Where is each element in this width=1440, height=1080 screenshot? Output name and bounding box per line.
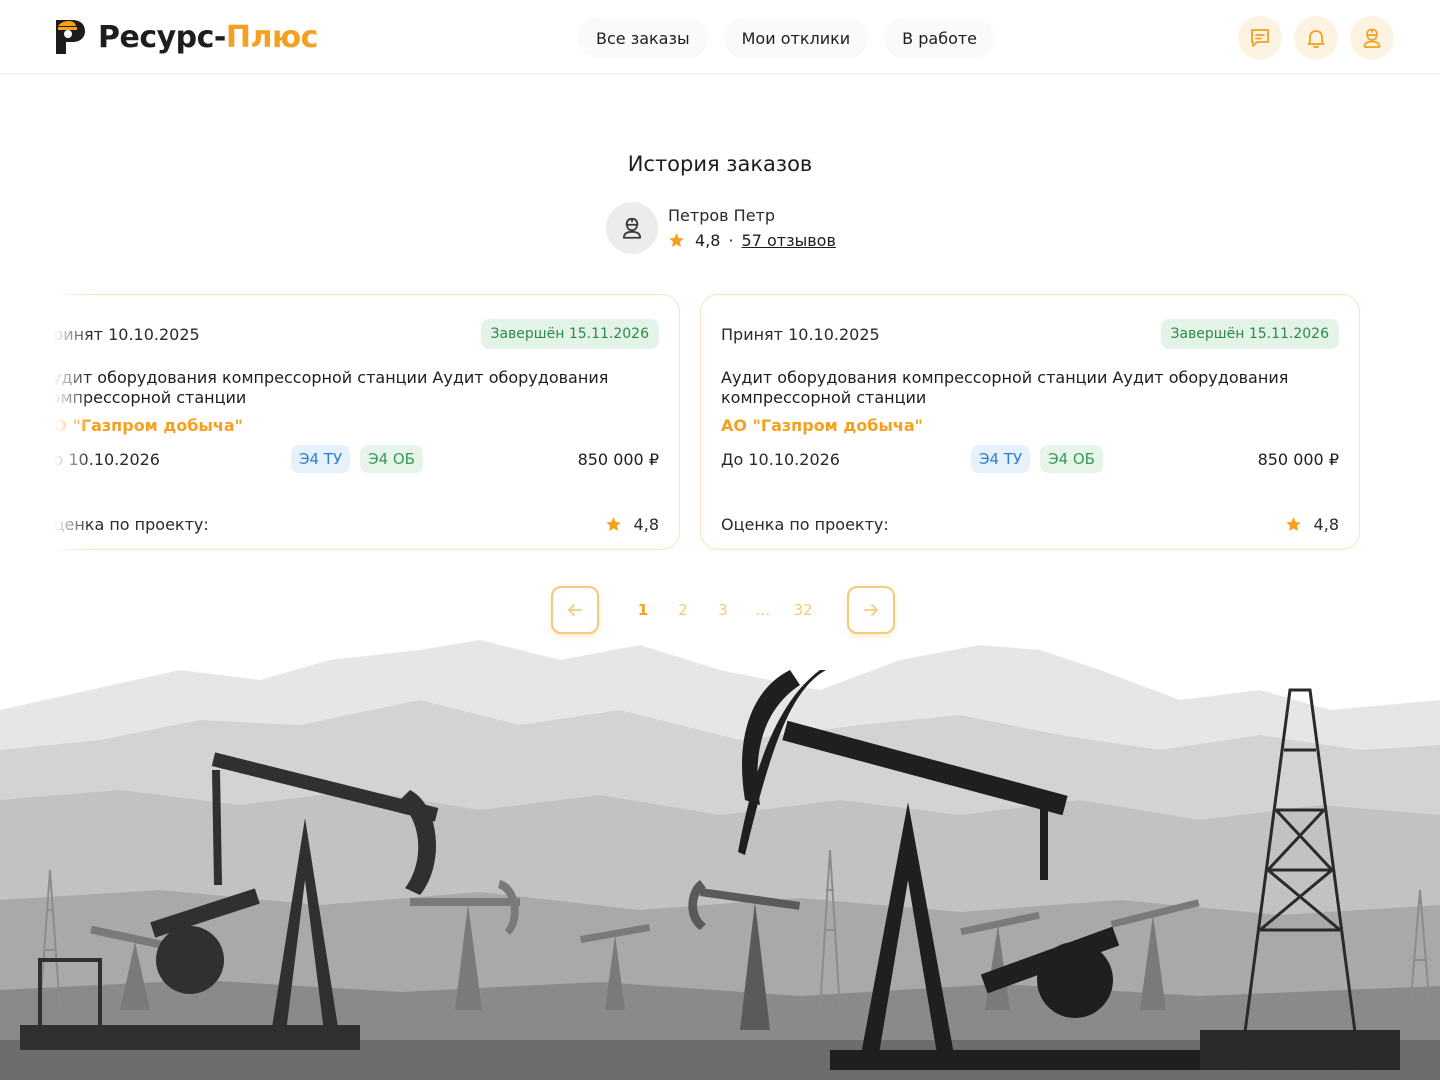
- star-icon: [669, 233, 684, 247]
- tag: Э4 ОБ: [360, 445, 423, 473]
- arrow-left-icon: [568, 604, 582, 616]
- logo-text: Ресурс-Плюс: [98, 20, 318, 55]
- user-name: Петров Петр: [668, 206, 776, 225]
- order-price: 850 000 ₽: [577, 449, 659, 469]
- order-tags: Э4 ТУ Э4 ОБ: [291, 445, 423, 473]
- tag: Э4 ТУ: [291, 445, 351, 473]
- order-header: Принят 10.10.2025 Завершён 15.11.2026: [50, 319, 659, 349]
- chat-icon: [1251, 29, 1269, 47]
- order-title: Аудит оборудования компрессорной станции…: [721, 368, 1289, 407]
- logo-icon: [56, 20, 85, 54]
- avatar: [606, 202, 658, 254]
- prev-page-button[interactable]: [551, 586, 599, 634]
- status-badge: Завершён 15.11.2026: [480, 319, 659, 349]
- chat-button[interactable]: [1238, 16, 1282, 60]
- page-ellipsis: ...: [755, 601, 771, 619]
- orders-carousel[interactable]: Принят 10.10.2025 Завершён 15.11.2026 Ау…: [50, 293, 1380, 553]
- order-score-row: Оценка по проекту: 4,8: [721, 515, 1339, 534]
- logo[interactable]: Ресурс-Плюс: [54, 18, 318, 56]
- order-deadline: До 10.10.2026: [50, 449, 160, 469]
- order-company[interactable]: АО "Газпром добыча": [50, 416, 243, 435]
- order-tags: Э4 ТУ Э4 ОБ: [971, 445, 1103, 473]
- order-company[interactable]: АО "Газпром добыча": [721, 416, 923, 435]
- order-score-label: Оценка по проекту:: [721, 515, 889, 534]
- user-summary: Петров Петр 4,8 · 57 отзывов: [606, 202, 836, 254]
- rating-separator: ·: [728, 231, 734, 250]
- bell-icon: [1307, 30, 1325, 49]
- reviews-link[interactable]: 57 отзывов: [742, 231, 836, 250]
- order-deadline: До 10.10.2026: [721, 449, 840, 469]
- logo-accent: Плюс: [225, 19, 319, 55]
- order-score: 4,8: [1285, 515, 1339, 534]
- page-32[interactable]: 32: [783, 601, 823, 619]
- logo-main: Ресурс-: [98, 19, 226, 55]
- star-icon: [1285, 517, 1301, 531]
- order-price: 850 000 ₽: [1257, 449, 1339, 469]
- order-score: 4,8: [605, 515, 659, 534]
- order-accepted-date: Принят 10.10.2025: [50, 324, 200, 344]
- order-header: Принят 10.10.2025 Завершён 15.11.2026: [721, 319, 1339, 349]
- page-2[interactable]: 2: [663, 601, 703, 619]
- order-title: Аудит оборудования компрессорной станции…: [50, 368, 609, 407]
- page-3[interactable]: 3: [703, 601, 743, 619]
- order-meta: До 10.10.2026 Э4 ТУ Э4 ОБ 850 000 ₽: [50, 445, 659, 473]
- arrow-right-icon: [864, 604, 878, 616]
- order-score-row: Оценка по проекту: 4,8: [50, 515, 659, 534]
- user-rating: 4,8 · 57 отзывов: [668, 231, 836, 250]
- order-score-label: Оценка по проекту:: [50, 515, 209, 534]
- next-page-button[interactable]: [847, 586, 895, 634]
- nav-all-orders[interactable]: Все заказы: [578, 18, 708, 58]
- main-nav: Все заказы Мои отклики В работе: [578, 18, 996, 58]
- order-card[interactable]: Принят 10.10.2025 Завершён 15.11.2026 Ау…: [700, 294, 1360, 550]
- profile-button[interactable]: [1350, 16, 1394, 60]
- page-1[interactable]: 1: [623, 601, 663, 619]
- nav-in-progress[interactable]: В работе: [884, 18, 996, 58]
- nav-my-responses[interactable]: Мои отклики: [723, 18, 869, 58]
- user-info: Петров Петр 4,8 · 57 отзывов: [668, 206, 836, 250]
- order-score-value: 4,8: [1313, 515, 1339, 534]
- status-badge: Завершён 15.11.2026: [1160, 319, 1339, 349]
- top-header: Ресурс-Плюс Все заказы Мои отклики В раб…: [0, 0, 1440, 74]
- header-actions: [1238, 16, 1394, 60]
- page-title: История заказов: [627, 152, 813, 176]
- oilfield-illustration: [0, 640, 1440, 1080]
- user-rating-value: 4,8: [695, 231, 721, 250]
- worker-avatar-icon: [622, 217, 642, 239]
- tag: Э4 ОБ: [1040, 445, 1103, 473]
- order-meta: До 10.10.2026 Э4 ТУ Э4 ОБ 850 000 ₽: [721, 445, 1339, 473]
- page-numbers: 1 2 3 ... 32: [623, 601, 823, 619]
- tag: Э4 ТУ: [971, 445, 1031, 473]
- order-card[interactable]: Принят 10.10.2025 Завершён 15.11.2026 Ау…: [50, 294, 680, 550]
- order-score-value: 4,8: [633, 515, 659, 534]
- notifications-button[interactable]: [1294, 16, 1338, 60]
- profile-icon: [1363, 28, 1381, 48]
- order-accepted-date: Принят 10.10.2025: [721, 324, 880, 344]
- star-icon: [605, 517, 621, 531]
- pagination: 1 2 3 ... 32: [551, 586, 895, 634]
